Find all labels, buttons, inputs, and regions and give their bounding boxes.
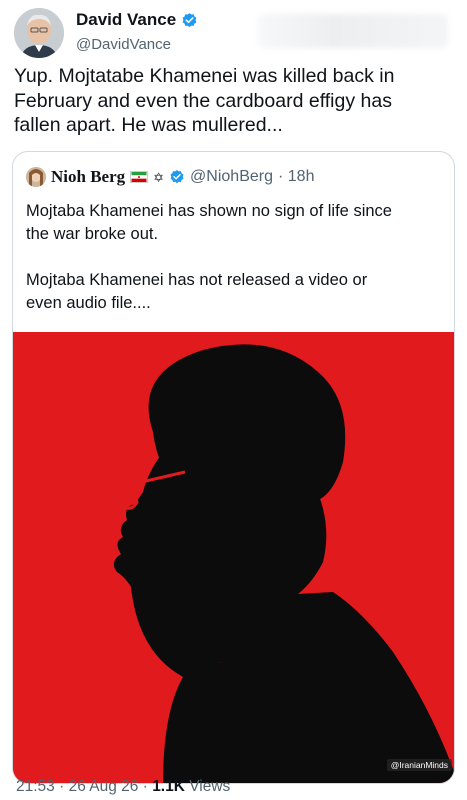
blurred-region [258,14,448,48]
quoted-verified-badge-icon [170,170,184,184]
quoted-tweet-card[interactable]: Nioh Berg ✡ @NiohBerg · 18h Mojtaba Kham… [12,151,455,784]
meta-separator: · [138,778,153,795]
quoted-tweet-header: Nioh Berg ✡ @NiohBerg · 18h [26,166,314,188]
verified-badge-icon [182,12,197,27]
meta-separator: · [54,778,69,795]
quoted-author-avatar[interactable] [26,167,46,187]
author-handle[interactable]: @DavidVance [76,36,171,53]
views-label: Views [184,778,231,795]
quoted-tweet-image[interactable]: @IranianMinds [13,332,454,783]
iran-flag-icon [130,171,149,183]
quoted-tweet-text: Mojtaba Khamenei has shown no sign of li… [26,202,392,312]
silhouette-portrait-image [13,332,454,783]
views-count[interactable]: 1.1K [152,778,185,795]
tweet-meta: 21:53 · 26 Aug 26 · 1.1K Views [16,778,230,796]
quoted-time[interactable]: · 18h [278,168,314,186]
quoted-author-name[interactable]: Nioh Berg [51,167,125,187]
tweet-date[interactable]: 26 Aug 26 [69,778,139,795]
quoted-avatar-image [26,167,46,187]
quoted-author-handle[interactable]: @NiohBerg [190,168,273,186]
tweet-text: Yup. Mojtatabe Khamenei was killed back … [14,65,395,136]
watermark-label: @IranianMinds [386,759,452,771]
author-avatar[interactable] [14,8,64,58]
author-name[interactable]: David Vance [76,10,176,30]
author-avatar-image [14,8,64,58]
tweet-time[interactable]: 21:53 [16,778,55,795]
star-of-david-icon: ✡ [153,169,165,185]
